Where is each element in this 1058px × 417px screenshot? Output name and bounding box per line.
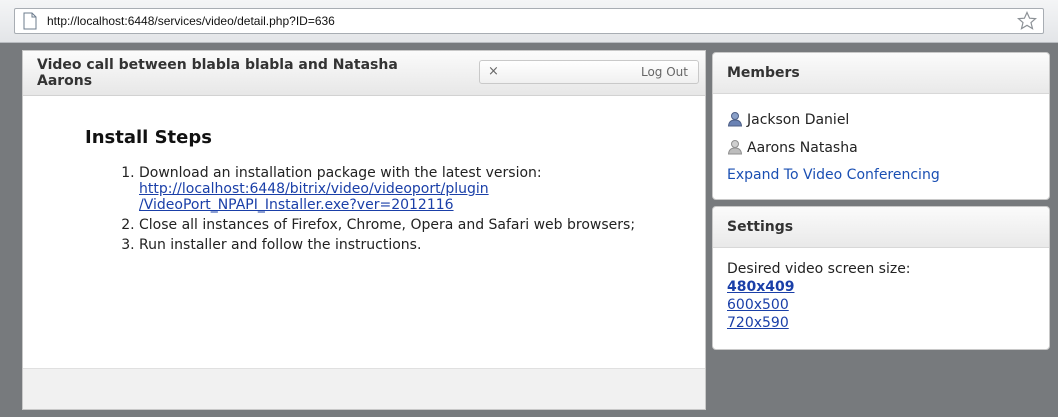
settings-header: Settings	[713, 207, 1049, 248]
members-header: Members	[713, 53, 1049, 94]
install-step-1: Download an installation package with th…	[139, 165, 699, 213]
installer-download-link[interactable]: http://localhost:6448/bitrix/video/video…	[139, 181, 489, 213]
logout-button[interactable]: Log Out	[641, 65, 688, 79]
star-icon[interactable]	[1017, 11, 1037, 31]
install-steps-list: Download an installation package with th…	[115, 165, 699, 257]
screen-size-label: Desired video screen size:	[727, 261, 911, 277]
member-name: Jackson Daniel	[747, 112, 850, 128]
url-text: http://localhost:6448/services/video/det…	[47, 14, 335, 28]
screen-size-option-480[interactable]: 480x409	[727, 279, 794, 295]
close-icon[interactable]: ×	[488, 64, 499, 79]
logout-bar: × Log Out	[479, 60, 699, 84]
installer-link-line-2: /VideoPort_NPAPI_Installer.exe?ver=20121…	[139, 197, 454, 213]
page-icon	[23, 12, 37, 30]
video-call-panel: Video call between blabla blabla and Nat…	[22, 50, 706, 410]
address-bar[interactable]: http://localhost:6448/services/video/det…	[14, 8, 1044, 34]
user-icon	[727, 112, 743, 127]
call-footer	[23, 368, 705, 409]
expand-to-conference-link[interactable]: Expand To Video Conferencing	[727, 167, 940, 183]
screen-size-option-600[interactable]: 600x500	[727, 297, 789, 313]
user-icon	[727, 140, 743, 155]
browser-toolbar: http://localhost:6448/services/video/det…	[0, 0, 1058, 43]
install-step-3: Run installer and follow the instruction…	[139, 237, 699, 253]
call-title: Video call between blabla blabla and Nat…	[37, 57, 398, 89]
install-step-2: Close all instances of Firefox, Chrome, …	[139, 217, 699, 233]
installer-link-line-1: http://localhost:6448/bitrix/video/video…	[139, 181, 489, 197]
settings-panel: Settings Desired video screen size: 480x…	[712, 206, 1050, 350]
members-panel: Members Jackson Daniel Aarons Natasha Ex…	[712, 52, 1050, 200]
member-item[interactable]: Jackson Daniel	[727, 111, 849, 128]
screen-size-option-720[interactable]: 720x590	[727, 315, 789, 331]
call-header: Video call between blabla blabla and Nat…	[23, 51, 705, 96]
member-item[interactable]: Aarons Natasha	[727, 139, 858, 156]
install-step-1-text: Download an installation package with th…	[139, 165, 542, 181]
member-name: Aarons Natasha	[747, 140, 858, 156]
install-steps-heading: Install Steps	[85, 127, 212, 148]
